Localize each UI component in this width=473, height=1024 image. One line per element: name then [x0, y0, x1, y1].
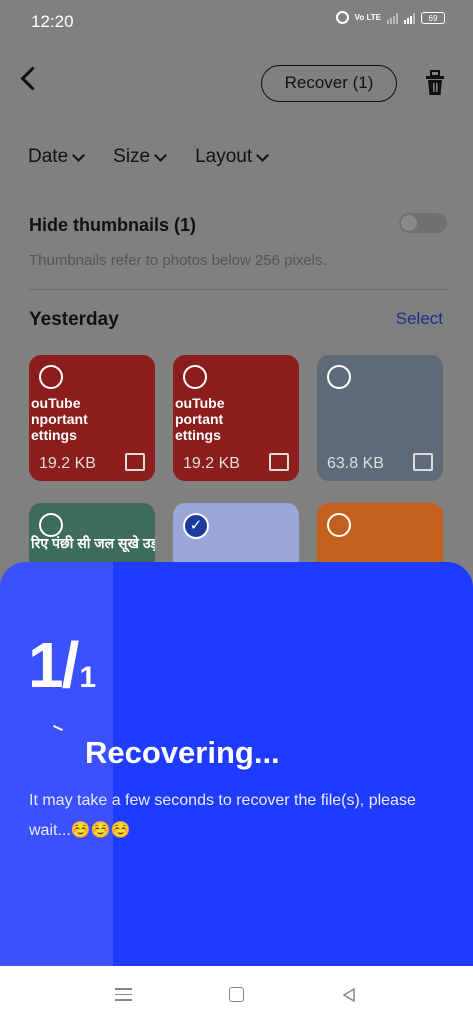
battery-icon: 69: [421, 11, 445, 24]
section-title: Yesterday: [29, 309, 119, 330]
nav-back-icon[interactable]: [341, 987, 357, 1003]
select-circle-icon[interactable]: [183, 365, 207, 389]
signal-icon: [387, 12, 398, 24]
select-circle-icon[interactable]: [39, 513, 63, 537]
recent-apps-icon[interactable]: [115, 988, 132, 1005]
thumbnail-size: 19.2 KB: [183, 455, 240, 472]
chevron-down-icon: [256, 148, 270, 162]
select-circle-icon[interactable]: [39, 365, 63, 389]
thumbnail-size: 19.2 KB: [39, 455, 96, 472]
select-button[interactable]: Select: [396, 309, 443, 329]
hide-thumbnails-subtitle: Thumbnails refer to photos below 256 pix…: [29, 252, 327, 269]
progress-slash: /: [61, 629, 80, 701]
status-bar: 12:20 Vo LTE 69: [0, 0, 473, 40]
thumbnail-caption: रिए पंछी सी जल सूखे उड़: [31, 535, 155, 551]
progress-message: It may take a few seconds to recover the…: [29, 792, 416, 839]
select-circle-icon[interactable]: [327, 365, 351, 389]
thumbnail-caption: ouTube nportant ettings: [31, 395, 88, 443]
filter-size[interactable]: Size: [113, 146, 167, 168]
divider: [29, 289, 449, 290]
selected-check-icon[interactable]: ✓: [183, 513, 209, 539]
hide-thumbnails-toggle[interactable]: [399, 213, 447, 233]
filter-bar: Date Size Layout: [28, 146, 297, 168]
chevron-down-icon: [72, 148, 86, 162]
thumbnail-size: 63.8 KB: [327, 455, 384, 472]
chevron-down-icon: [154, 148, 167, 162]
filter-date-label: Date: [28, 146, 69, 167]
alarm-icon: [335, 11, 349, 24]
photo-thumbnail[interactable]: ouTube nportant ettings 19.2 KB: [29, 355, 155, 481]
image-icon: [125, 453, 145, 471]
filter-size-label: Size: [113, 146, 151, 167]
filter-layout-label: Layout: [195, 146, 253, 167]
volte-icon: Vo LTE: [354, 12, 381, 22]
filter-layout[interactable]: Layout: [195, 146, 270, 168]
status-time: 12:20: [31, 12, 74, 31]
signal-icon-2: [404, 12, 415, 24]
home-icon[interactable]: [229, 987, 244, 1002]
image-icon: [413, 453, 433, 471]
trash-icon[interactable]: [424, 70, 446, 96]
thumbnail-caption: ouTube portant ettings: [175, 395, 225, 443]
photo-thumbnail[interactable]: 63.8 KB: [317, 355, 443, 481]
recover-button[interactable]: Recover (1): [261, 65, 397, 102]
progress-total: 1: [79, 661, 97, 694]
image-icon: [269, 453, 289, 471]
hide-thumbnails-title: Hide thumbnails (1): [29, 215, 197, 235]
progress-counter: 1/1: [28, 628, 96, 702]
status-icons: Vo LTE 69: [335, 11, 445, 24]
select-circle-icon[interactable]: [327, 513, 351, 537]
progress-current: 1: [28, 629, 64, 701]
filter-date[interactable]: Date: [28, 146, 86, 168]
photo-thumbnail[interactable]: ouTube portant ettings 19.2 KB: [173, 355, 299, 481]
progress-title: Recovering...: [85, 735, 280, 770]
